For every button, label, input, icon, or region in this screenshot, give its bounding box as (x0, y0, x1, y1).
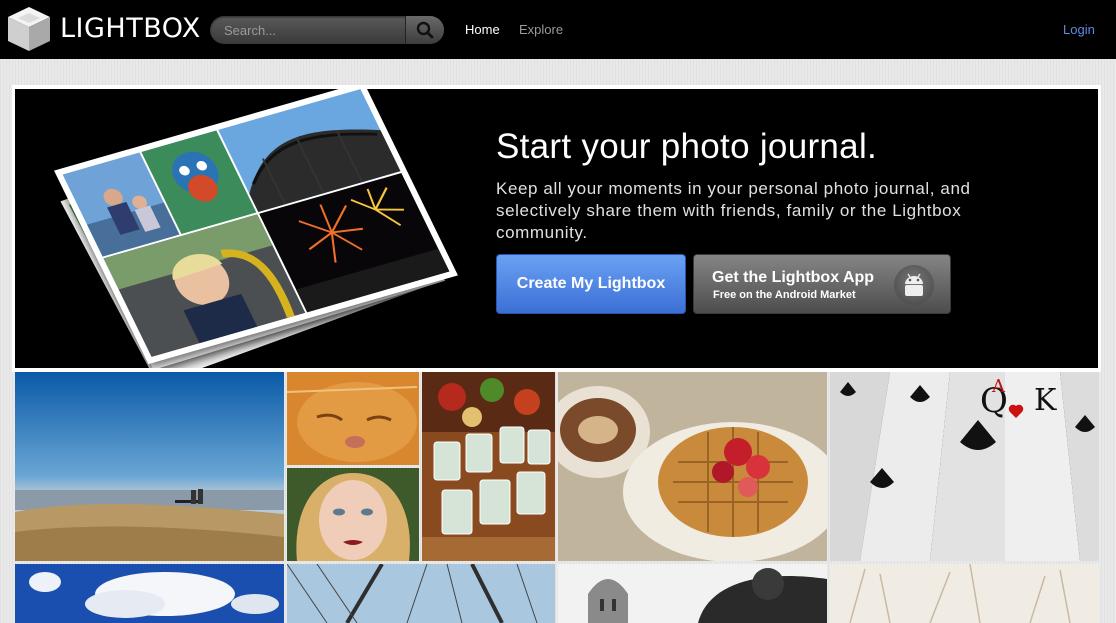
app-button-title: Get the Lightbox App (712, 269, 875, 286)
photo-tile-grass[interactable] (830, 564, 1099, 623)
top-navigation-bar: LIGHTBOX Home Explore Login (0, 0, 1116, 59)
search-button[interactable] (405, 16, 444, 44)
search-input[interactable] (210, 16, 406, 44)
android-icon (894, 265, 934, 305)
photo-tile-waffle[interactable] (558, 372, 827, 561)
nav-home-link[interactable]: Home (465, 22, 500, 37)
hero-banner: Start your photo journal. Keep all your … (15, 89, 1098, 368)
login-link[interactable]: Login (1063, 22, 1095, 37)
nav-explore-link[interactable]: Explore (519, 22, 563, 37)
brand-name[interactable]: LIGHTBOX (60, 13, 201, 45)
photo-tile-clouds[interactable] (15, 564, 284, 623)
photo-tile-cards[interactable]: Q K A (830, 372, 1099, 561)
photo-tile-hilltop[interactable] (15, 372, 284, 561)
create-my-lightbox-button[interactable]: Create My Lightbox (496, 254, 686, 314)
photo-tile-cat[interactable] (287, 372, 419, 465)
search-box (210, 16, 444, 44)
search-icon (416, 21, 434, 39)
photo-tile-dome[interactable] (558, 564, 827, 623)
app-button-subtitle: Free on the Android Market (713, 289, 856, 301)
lightbox-cube-icon[interactable] (6, 5, 52, 53)
photo-tile-drinks[interactable] (422, 372, 555, 561)
photo-collage (62, 89, 450, 357)
photo-tile-bridge[interactable] (287, 564, 555, 623)
hero-title: Start your photo journal. (496, 127, 878, 166)
get-android-app-button[interactable]: Get the Lightbox App Free on the Android… (693, 254, 951, 314)
photo-tile-portrait[interactable] (287, 468, 419, 561)
photo-stack-card-front (54, 89, 458, 365)
hero-description: Keep all your moments in your personal p… (496, 179, 971, 242)
svg-text:A: A (991, 376, 1006, 397)
svg-text:K: K (1034, 383, 1057, 418)
